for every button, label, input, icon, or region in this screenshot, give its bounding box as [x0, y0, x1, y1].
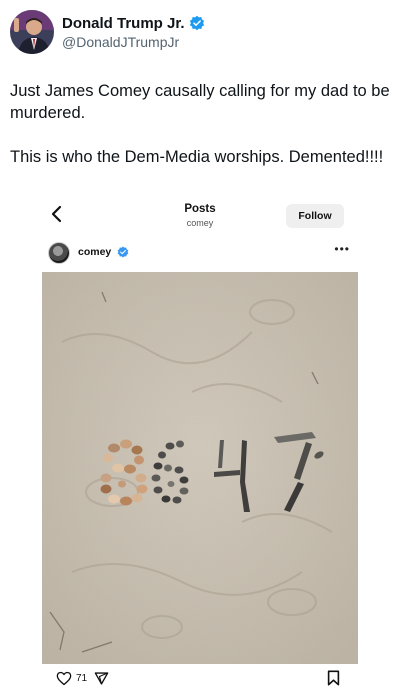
post-author-avatar[interactable] — [48, 242, 70, 264]
handle[interactable]: @DonaldJTrumpJr — [62, 34, 205, 50]
display-name[interactable]: Donald Trump Jr. — [62, 15, 185, 32]
like-count: 71 — [76, 673, 88, 684]
post-author-username[interactable]: comey — [78, 246, 111, 258]
follow-button[interactable]: Follow — [286, 204, 344, 228]
more-options-icon[interactable]: ••• — [334, 242, 350, 256]
post-actions-bar: 71 — [42, 664, 358, 694]
post-photo[interactable] — [42, 272, 358, 664]
profile-avatar[interactable] — [10, 10, 54, 54]
tweet-paragraph: This is who the Dem-Media worships. Deme… — [10, 148, 384, 166]
instagram-nav-bar: Posts comey Follow — [42, 196, 358, 236]
verified-badge-icon — [117, 246, 129, 258]
tweet-text: Just James Comey causally calling for my… — [10, 80, 390, 168]
send-icon[interactable] — [94, 671, 109, 686]
verified-badge-icon — [189, 15, 204, 31]
heart-icon[interactable] — [56, 671, 72, 686]
bookmark-icon[interactable] — [327, 670, 340, 686]
post-author-row: comey ••• — [42, 236, 358, 270]
tweet-paragraph: Just James Comey causally calling for my… — [10, 82, 390, 122]
embedded-instagram-screenshot[interactable]: Posts comey Follow comey ••• 71 — [42, 196, 358, 694]
tweet-header: Donald Trump Jr. @DonaldJTrumpJr — [10, 10, 205, 54]
